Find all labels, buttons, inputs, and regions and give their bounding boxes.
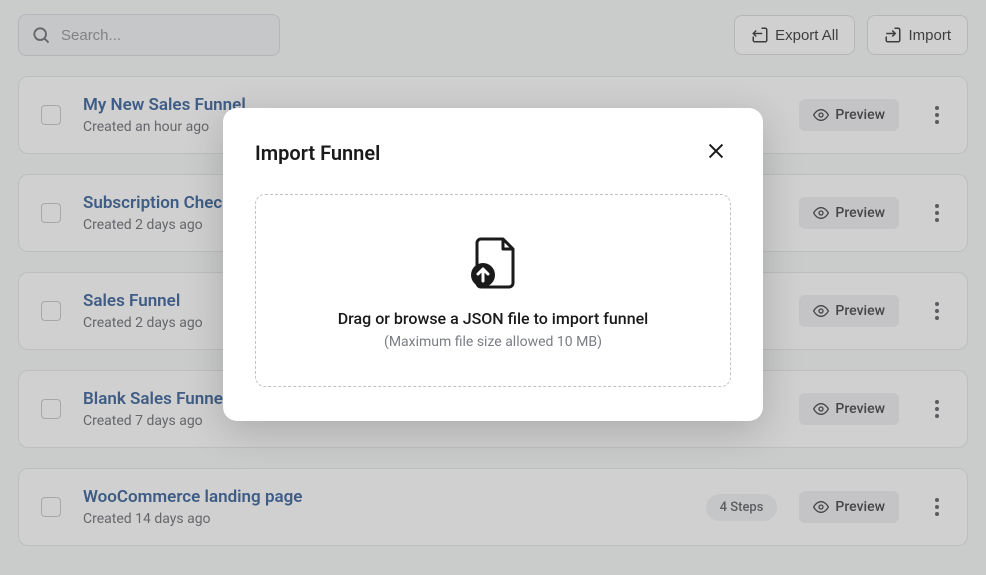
file-dropzone[interactable]: Drag or browse a JSON file to import fun… [255,194,731,387]
upload-file-icon [276,235,710,291]
dropzone-subtext: (Maximum file size allowed 10 MB) [276,334,710,350]
close-button[interactable] [701,136,731,170]
modal-overlay[interactable]: Import Funnel Drag or browse a JSON file… [0,0,986,575]
close-icon [705,140,727,162]
import-funnel-modal: Import Funnel Drag or browse a JSON file… [223,108,763,421]
modal-title: Import Funnel [255,141,380,165]
dropzone-text: Drag or browse a JSON file to import fun… [276,309,710,328]
